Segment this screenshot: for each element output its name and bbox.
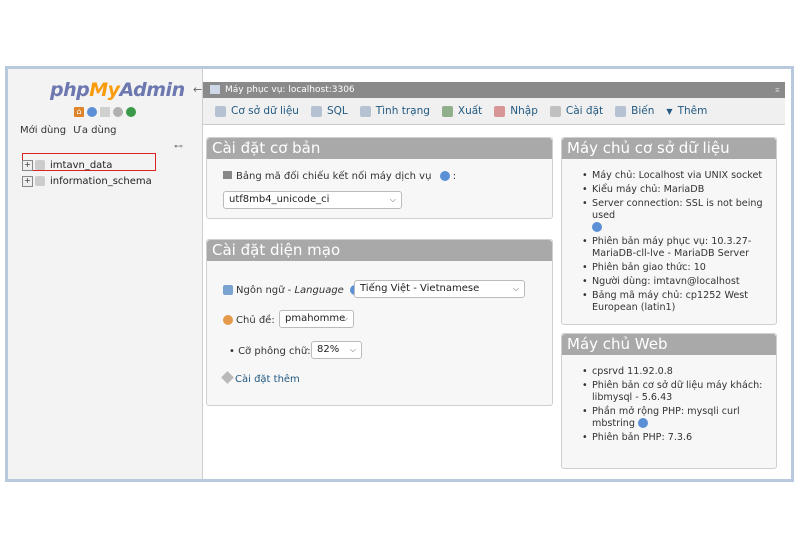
top-menu-tabs: Cơ sở dữ liệu SQL Tình trạng Xuất Nhập C… bbox=[203, 98, 785, 125]
general-settings-panel: Cài đặt cơ bản Bảng mã đối chiếu kết nối… bbox=[206, 137, 553, 219]
settings-icon[interactable] bbox=[113, 107, 123, 117]
db-item-information-schema[interactable]: + information_schema bbox=[22, 173, 152, 189]
logo-my: My bbox=[89, 79, 120, 101]
database-icon bbox=[215, 105, 226, 117]
tab-settings[interactable]: Cài đặt bbox=[549, 105, 603, 117]
help-icon[interactable] bbox=[439, 171, 450, 181]
db-item-imtavn[interactable]: + imtavn_data bbox=[22, 157, 152, 173]
list-item: Phiên bản máy phục vụ: 10.3.27-MariaDB-c… bbox=[580, 236, 776, 260]
list-item: Người dùng: imtavn@localhost bbox=[580, 276, 776, 288]
import-icon bbox=[494, 105, 506, 117]
list-item: Server connection: SSL is not being used bbox=[580, 198, 776, 234]
panel-title: Máy chủ cơ sở dữ liệu bbox=[562, 138, 776, 159]
tab-status[interactable]: Tình trạng bbox=[359, 105, 430, 117]
database-icon bbox=[35, 160, 45, 170]
tab-databases[interactable]: Cơ sở dữ liệu bbox=[215, 105, 299, 117]
server-icon bbox=[210, 85, 220, 94]
language-select[interactable]: Tiếng Việt - Vietnamese ⌵ bbox=[354, 280, 525, 298]
collation-select[interactable]: utf8mb4_unicode_ci ⌵ bbox=[223, 191, 402, 209]
list-icon bbox=[223, 171, 232, 179]
expand-icon[interactable]: + bbox=[22, 159, 33, 171]
db-server-info-list: Máy chủ: Localhost via UNIX socket Kiểu … bbox=[580, 170, 776, 316]
tab-variables[interactable]: Biến bbox=[615, 105, 654, 117]
database-server-panel: Máy chủ cơ sở dữ liệu Máy chủ: Localhost… bbox=[561, 137, 777, 325]
palette-icon bbox=[223, 315, 233, 325]
language-icon bbox=[223, 285, 233, 295]
fontsize-row: • Cỡ phông chữ: bbox=[229, 346, 311, 357]
wrench-icon bbox=[221, 371, 234, 384]
appearance-settings-panel: Cài đặt diện mạo Ngôn ngữ - Language Tiế… bbox=[206, 239, 553, 406]
wrench-icon bbox=[549, 105, 561, 117]
logout-icon[interactable] bbox=[87, 107, 97, 117]
recent-tab[interactable]: Mới dùng bbox=[20, 125, 66, 136]
collation-label: Bảng mã đối chiếu kết nối máy dịch vụ bbox=[236, 171, 432, 182]
web-server-info-list: cpsrvd 11.92.0.8 Phiên bản cơ sở dữ liệu… bbox=[580, 366, 772, 446]
link-icon[interactable]: ⊷ bbox=[174, 142, 183, 152]
db-name[interactable]: imtavn_data bbox=[50, 160, 112, 171]
fontsize-select[interactable]: 82% ⌵ bbox=[311, 341, 362, 359]
reload-icon[interactable] bbox=[126, 107, 136, 117]
docs-icon[interactable] bbox=[100, 107, 110, 117]
maximize-icon[interactable]: ⌅ bbox=[773, 82, 781, 98]
nav-icon-bar: ⌂ bbox=[74, 107, 136, 117]
help-icon[interactable] bbox=[638, 418, 649, 428]
server-link[interactable]: Máy phục vụ: localhost:3306 bbox=[225, 82, 355, 98]
theme-select[interactable]: pmahomme ⌵ bbox=[279, 310, 354, 328]
chevron-down-icon: ⌵ bbox=[349, 345, 356, 354]
web-server-panel: Máy chủ Web cpsrvd 11.92.0.8 Phiên bản c… bbox=[561, 333, 777, 469]
recent-favorites-bar: Mới dùng Ưa dùng bbox=[20, 125, 121, 136]
list-item: Máy chủ: Localhost via UNIX socket bbox=[580, 170, 776, 182]
favorites-tab[interactable]: Ưa dùng bbox=[73, 125, 116, 136]
db-name[interactable]: information_schema bbox=[50, 176, 152, 187]
chevron-down-icon: ⌵ bbox=[341, 314, 348, 323]
help-icon[interactable] bbox=[592, 222, 602, 232]
logo-php: php bbox=[50, 79, 90, 101]
list-item: Phiên bản cơ sở dữ liệu máy khách: libmy… bbox=[580, 380, 772, 404]
chevron-down-icon: ⌵ bbox=[512, 284, 519, 293]
collapse-arrow-icon[interactable]: ← bbox=[193, 82, 202, 98]
language-row: Ngôn ngữ - Language bbox=[223, 285, 361, 296]
variables-icon bbox=[615, 105, 627, 117]
panel-title: Cài đặt cơ bản bbox=[207, 138, 552, 159]
breadcrumb: ← Máy phục vụ: localhost:3306 ⌅ bbox=[193, 82, 785, 98]
chevron-down-icon: ⌵ bbox=[389, 195, 396, 204]
list-item: Phiên bản PHP: 7.3.6 bbox=[580, 432, 772, 444]
expand-icon[interactable]: + bbox=[22, 175, 33, 187]
more-settings-link[interactable]: Cài đặt thêm bbox=[221, 371, 300, 385]
list-item: cpsrvd 11.92.0.8 bbox=[580, 366, 772, 378]
list-item: Bảng mã máy chủ: cp1252 West European (l… bbox=[580, 290, 776, 314]
home-icon[interactable]: ⌂ bbox=[74, 107, 84, 117]
sql-icon bbox=[310, 105, 322, 117]
app-window: phpMyAdmin ⌂ Mới dùng Ưa dùng ⊷ + imtavn… bbox=[5, 66, 794, 482]
tab-export[interactable]: Xuất bbox=[441, 105, 482, 117]
list-item: Phần mở rộng PHP: mysqli curl mbstring bbox=[580, 406, 772, 430]
chevron-down-icon: ▼ bbox=[666, 106, 673, 116]
tab-more[interactable]: ▼ Thêm bbox=[666, 105, 707, 117]
theme-row: Chủ đề: bbox=[223, 315, 275, 326]
list-item: Phiên bản giao thức: 10 bbox=[580, 262, 776, 274]
phpmyadmin-logo[interactable]: phpMyAdmin bbox=[50, 79, 185, 101]
panel-title: Máy chủ Web bbox=[562, 334, 776, 355]
list-item: Kiểu máy chủ: MariaDB bbox=[580, 184, 776, 196]
status-icon bbox=[359, 105, 371, 117]
navigation-panel: phpMyAdmin ⌂ Mới dùng Ưa dùng ⊷ + imtavn… bbox=[8, 69, 203, 479]
database-tree: + imtavn_data + information_schema bbox=[22, 157, 152, 189]
tab-import[interactable]: Nhập bbox=[494, 105, 538, 117]
export-icon bbox=[441, 105, 453, 117]
logo-admin: Admin bbox=[119, 79, 186, 101]
database-icon bbox=[35, 176, 45, 186]
collation-row: Bảng mã đối chiếu kết nối máy dịch vụ : bbox=[223, 171, 456, 182]
panel-title: Cài đặt diện mạo bbox=[207, 240, 552, 261]
tab-sql[interactable]: SQL bbox=[310, 105, 348, 117]
